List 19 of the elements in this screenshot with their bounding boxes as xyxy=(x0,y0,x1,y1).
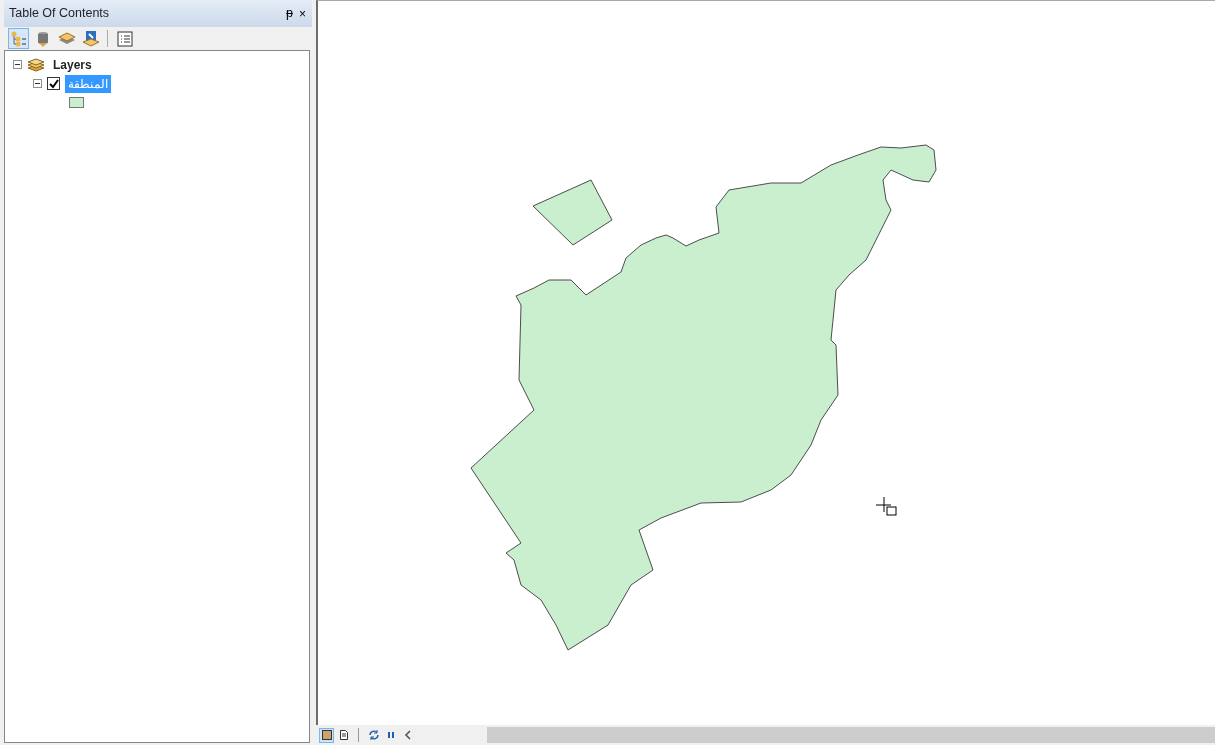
refresh-button[interactable] xyxy=(366,727,381,743)
selection-button[interactable] xyxy=(80,28,101,49)
selection-icon xyxy=(81,29,100,48)
panel-title: Table Of Contents xyxy=(9,5,111,23)
collapse-icon[interactable] xyxy=(33,79,42,88)
data-frame-name[interactable]: Layers xyxy=(50,55,95,74)
page-icon xyxy=(337,729,350,741)
drawing-order-icon xyxy=(9,29,28,48)
collapse-icon[interactable] xyxy=(13,60,22,69)
crosshair-cursor-icon xyxy=(875,496,897,516)
scrollbar[interactable] xyxy=(487,727,1215,743)
drawing-order-button[interactable] xyxy=(8,28,29,49)
layers-icon xyxy=(27,57,45,72)
visibility-checkbox[interactable] xyxy=(47,77,60,90)
refresh-icon xyxy=(367,729,380,741)
pin-button[interactable]: ᵽ xyxy=(286,4,293,23)
options-list-icon xyxy=(115,29,134,48)
options-list-button[interactable] xyxy=(114,28,135,49)
close-button[interactable]: × xyxy=(299,7,306,20)
